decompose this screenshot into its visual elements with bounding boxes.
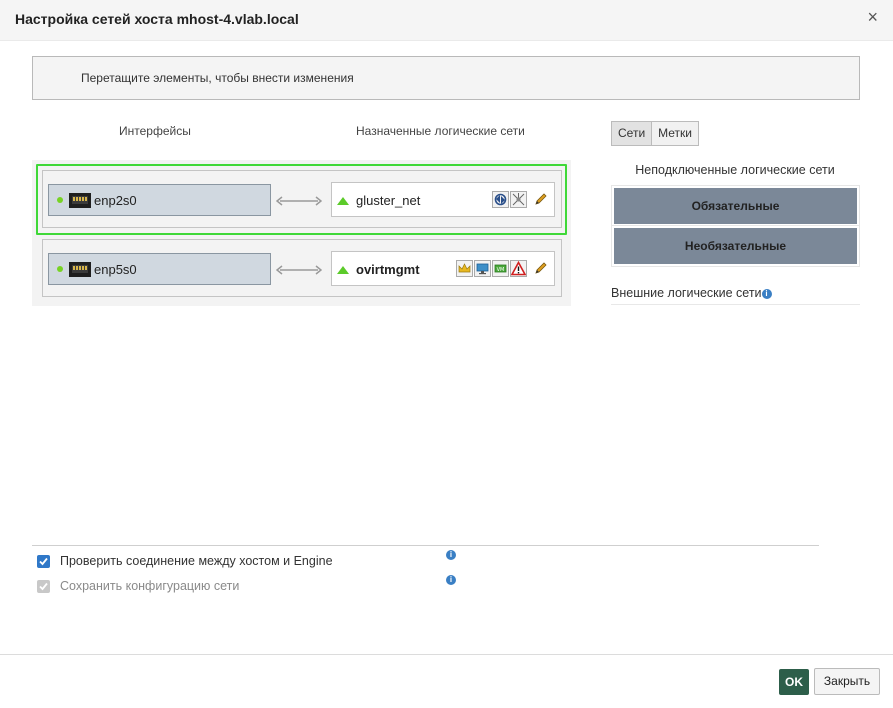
- external-networks-divider: [611, 304, 860, 305]
- nic-enp5s0[interactable]: enp5s0: [48, 253, 271, 285]
- verify-connectivity-checkbox[interactable]: [37, 555, 50, 568]
- management-crown-icon: [456, 260, 473, 277]
- double-arrow-icon: [276, 196, 322, 206]
- edit-pencil-icon[interactable]: [534, 192, 548, 206]
- nic-row-enp5s0[interactable]: enp5s0 ovirtmgmt VM: [42, 239, 562, 297]
- gluster-icon: [510, 191, 527, 208]
- warning-icon: [510, 260, 527, 277]
- double-arrow-icon: [276, 265, 322, 275]
- ethernet-port-icon: [69, 193, 91, 208]
- save-config-label: Сохранить конфигурацию сети: [60, 579, 240, 593]
- network-label-tabs: Сети Метки: [611, 121, 699, 146]
- assigned-networks-column-header: Назначенные логические сети: [356, 124, 525, 138]
- display-icon: [474, 260, 491, 277]
- dialog-header: Настройка сетей хоста mhost-4.vlab.local…: [0, 0, 893, 41]
- drag-hint-box: Перетащите элементы, чтобы внести измене…: [32, 56, 860, 100]
- network-role-icons: [492, 191, 527, 208]
- verify-info-icon[interactable]: i: [446, 550, 456, 560]
- nic-name: enp2s0: [94, 193, 137, 208]
- required-networks-group[interactable]: Обязательные: [612, 186, 859, 226]
- drag-hint-text: Перетащите элементы, чтобы внести измене…: [81, 71, 354, 85]
- close-button[interactable]: Закрыть: [814, 668, 880, 695]
- network-gluster-net[interactable]: gluster_net: [331, 182, 555, 217]
- verify-connectivity-label: Проверить соединение между хостом и Engi…: [60, 554, 333, 568]
- ethernet-port-icon: [69, 262, 91, 277]
- ok-button[interactable]: OK: [779, 669, 809, 695]
- network-role-icons: VM: [456, 260, 527, 277]
- tab-networks[interactable]: Сети: [611, 121, 653, 146]
- tab-labels[interactable]: Метки: [652, 121, 699, 146]
- external-networks-heading: Внешние логические сети i: [611, 286, 772, 300]
- svg-text:VM: VM: [497, 267, 505, 273]
- network-up-icon: [337, 197, 349, 205]
- network-up-icon: [337, 266, 349, 274]
- dialog-title: Настройка сетей хоста mhost-4.vlab.local: [15, 11, 299, 27]
- vm-network-icon: VM: [492, 260, 509, 277]
- migration-icon: [492, 191, 509, 208]
- footer-divider: [0, 654, 893, 655]
- unattached-networks-title: Неподключенные логические сети: [635, 163, 835, 177]
- network-name: gluster_net: [356, 193, 421, 208]
- nic-status-up-icon: [57, 266, 63, 272]
- save-config-checkbox: [37, 580, 50, 593]
- optional-networks-group[interactable]: Необязательные: [612, 226, 859, 266]
- network-ovirtmgmt[interactable]: ovirtmgmt VM: [331, 251, 555, 286]
- info-icon[interactable]: i: [761, 289, 772, 299]
- nic-enp2s0[interactable]: enp2s0: [48, 184, 271, 216]
- options-divider: [32, 545, 819, 546]
- nic-name: enp5s0: [94, 262, 137, 277]
- edit-pencil-icon[interactable]: [534, 261, 548, 275]
- network-name: ovirtmgmt: [356, 262, 420, 277]
- nic-row-enp2s0[interactable]: enp2s0 gluster_net: [42, 170, 562, 228]
- nic-rows-area: enp2s0 gluster_net enp5s0 ovirtmgmt VM: [32, 160, 571, 306]
- external-networks-title: Внешние логические сети: [611, 286, 762, 300]
- nic-status-up-icon: [57, 197, 63, 203]
- save-info-icon[interactable]: i: [446, 575, 456, 585]
- close-icon[interactable]: ×: [867, 8, 878, 26]
- interfaces-column-header: Интерфейсы: [119, 124, 191, 138]
